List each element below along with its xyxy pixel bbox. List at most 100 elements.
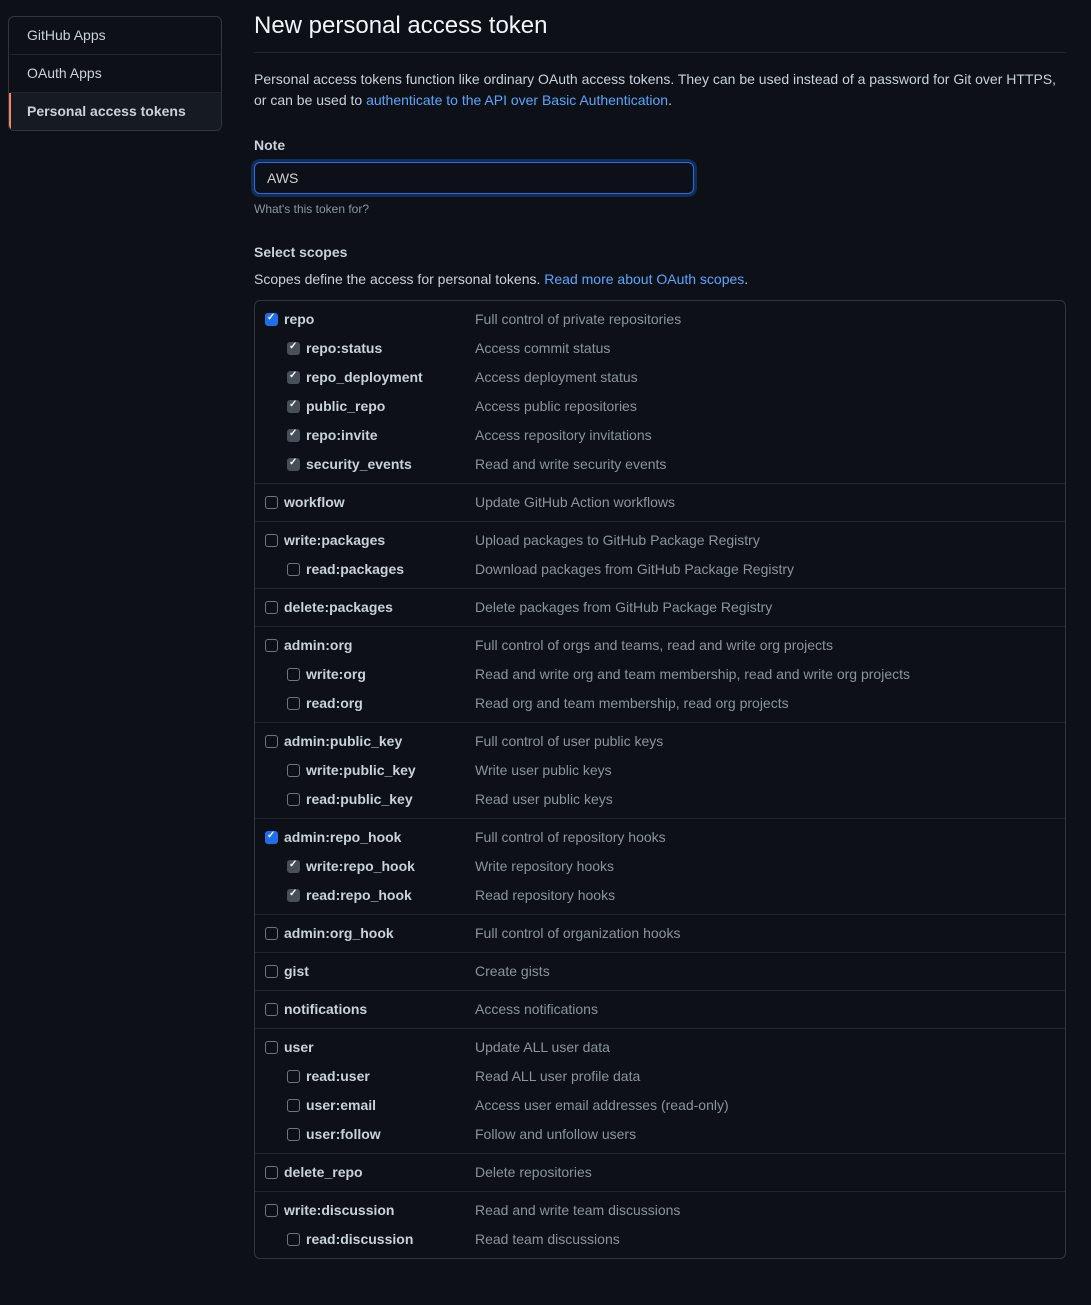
sidebar-item-personal-access-tokens[interactable]: Personal access tokens [9,93,221,130]
scope-label[interactable]: repo:invite [265,425,475,446]
scope-label[interactable]: read:org [265,693,475,714]
scope-checkbox-write-repo-hook[interactable] [287,860,300,873]
scope-label[interactable]: write:public_key [265,760,475,781]
scope-name: delete:packages [284,597,393,618]
scope-group-admin-org-hook: admin:org_hookFull control of organizati… [255,915,1065,953]
note-hint: What's this token for? [254,200,1066,218]
scope-label[interactable]: read:packages [265,559,475,580]
scope-label[interactable]: write:discussion [265,1200,475,1221]
scope-label[interactable]: repo_deployment [265,367,475,388]
auth-link[interactable]: authenticate to the API over Basic Authe… [366,92,668,108]
scope-desc: Download packages from GitHub Package Re… [475,559,1055,580]
scope-checkbox-admin-repo-hook[interactable] [265,831,278,844]
scope-checkbox-user-follow[interactable] [287,1128,300,1141]
scope-checkbox-write-org[interactable] [287,668,300,681]
scope-label[interactable]: write:repo_hook [265,856,475,877]
sidebar-item-oauth-apps[interactable]: OAuth Apps [9,55,221,93]
scope-checkbox-read-user[interactable] [287,1070,300,1083]
scope-label[interactable]: workflow [265,492,475,513]
scope-label[interactable]: repo:status [265,338,475,359]
scope-checkbox-read-repo-hook[interactable] [287,889,300,902]
scopes-intro: Scopes define the access for personal to… [254,269,1066,290]
scope-label[interactable]: read:user [265,1066,475,1087]
scope-label[interactable]: user:email [265,1095,475,1116]
scope-name: delete_repo [284,1162,363,1183]
scope-desc: Access commit status [475,338,1055,359]
scope-checkbox-admin-org[interactable] [265,639,278,652]
scope-row-admin-public-key: admin:public_keyFull control of user pub… [255,723,1065,756]
scope-label[interactable]: write:org [265,664,475,685]
scope-row-write-packages: write:packagesUpload packages to GitHub … [255,522,1065,555]
scope-row-user-email: user:emailAccess user email addresses (r… [255,1091,1065,1120]
scope-checkbox-gist[interactable] [265,965,278,978]
scope-checkbox-read-public-key[interactable] [287,793,300,806]
scope-checkbox-write-packages[interactable] [265,534,278,547]
scope-checkbox-repo-status[interactable] [287,342,300,355]
scope-row-repo-invite: repo:inviteAccess repository invitations [255,421,1065,450]
scope-checkbox-public-repo[interactable] [287,400,300,413]
scope-checkbox-delete-repo[interactable] [265,1166,278,1179]
scope-checkbox-write-discussion[interactable] [265,1204,278,1217]
scope-row-delete-packages: delete:packages Delete packages from GitH… [255,589,1065,626]
scope-label[interactable]: public_repo [265,396,475,417]
scope-group-admin-repo-hook: admin:repo_hookFull control of repositor… [255,819,1065,915]
sidebar-item-github-apps[interactable]: GitHub Apps [9,17,221,55]
scope-name: read:discussion [306,1229,413,1250]
scope-label[interactable]: read:public_key [265,789,475,810]
scope-label[interactable]: admin:org [265,635,475,656]
scope-label[interactable]: delete:packages [265,597,475,618]
scope-name: write:org [306,664,366,685]
scope-checkbox-repo-invite[interactable] [287,429,300,442]
scope-checkbox-read-discussion[interactable] [287,1233,300,1246]
scope-label[interactable]: admin:public_key [265,731,475,752]
scope-row-user-follow: user:followFollow and unfollow users [255,1120,1065,1153]
scope-label[interactable]: user:follow [265,1124,475,1145]
scope-name: repo:status [306,338,382,359]
scope-row-repo: repoFull control of private repositories [255,301,1065,334]
scope-desc: Access public repositories [475,396,1055,417]
scope-row-admin-org-hook: admin:org_hookFull control of organizati… [255,915,1065,952]
scope-row-admin-repo-hook: admin:repo_hookFull control of repositor… [255,819,1065,852]
scope-label[interactable]: write:packages [265,530,475,551]
note-label: Note [254,135,1066,156]
scope-desc: Delete packages from GitHub Package Regi… [475,597,1055,618]
scope-checkbox-user[interactable] [265,1041,278,1054]
scope-label[interactable]: user [265,1037,475,1058]
scope-desc: Read org and team membership, read org p… [475,693,1055,714]
scope-desc: Access deployment status [475,367,1055,388]
scope-checkbox-repo-deployment[interactable] [287,371,300,384]
scope-row-notifications: notificationsAccess notifications [255,991,1065,1028]
scope-label[interactable]: read:repo_hook [265,885,475,906]
scope-desc: Read repository hooks [475,885,1055,906]
scope-checkbox-admin-org-hook[interactable] [265,927,278,940]
scopes-link[interactable]: Read more about OAuth scopes [544,271,744,287]
scope-group-admin-org: admin:orgFull control of orgs and teams,… [255,627,1065,723]
scope-checkbox-read-packages[interactable] [287,563,300,576]
scope-checkbox-security-events[interactable] [287,458,300,471]
scope-label[interactable]: notifications [265,999,475,1020]
scope-label[interactable]: security_events [265,454,475,475]
scope-group-repo: repoFull control of private repositories… [255,301,1065,484]
scope-checkbox-workflow[interactable] [265,496,278,509]
scope-label[interactable]: read:discussion [265,1229,475,1250]
scope-checkbox-read-org[interactable] [287,697,300,710]
scope-checkbox-notifications[interactable] [265,1003,278,1016]
scope-label[interactable]: gist [265,961,475,982]
scope-label[interactable]: admin:org_hook [265,923,475,944]
scope-group-write-discussion: write:discussionRead and write team disc… [255,1192,1065,1258]
note-input[interactable] [254,162,694,194]
scope-label[interactable]: repo [265,309,475,330]
scope-checkbox-repo[interactable] [265,313,278,326]
scope-label[interactable]: admin:repo_hook [265,827,475,848]
scope-label[interactable]: delete_repo [265,1162,475,1183]
scope-desc: Update GitHub Action workflows [475,492,1055,513]
scope-desc: Read team discussions [475,1229,1055,1250]
scope-checkbox-user-email[interactable] [287,1099,300,1112]
scope-desc: Full control of user public keys [475,731,1055,752]
scope-group-delete-repo: delete_repo Delete repositories [255,1154,1065,1192]
scope-row-read-public-key: read:public_keyRead user public keys [255,785,1065,818]
scope-desc: Delete repositories [475,1162,1055,1183]
scope-checkbox-admin-public-key[interactable] [265,735,278,748]
scope-checkbox-delete-packages[interactable] [265,601,278,614]
scope-checkbox-write-public-key[interactable] [287,764,300,777]
